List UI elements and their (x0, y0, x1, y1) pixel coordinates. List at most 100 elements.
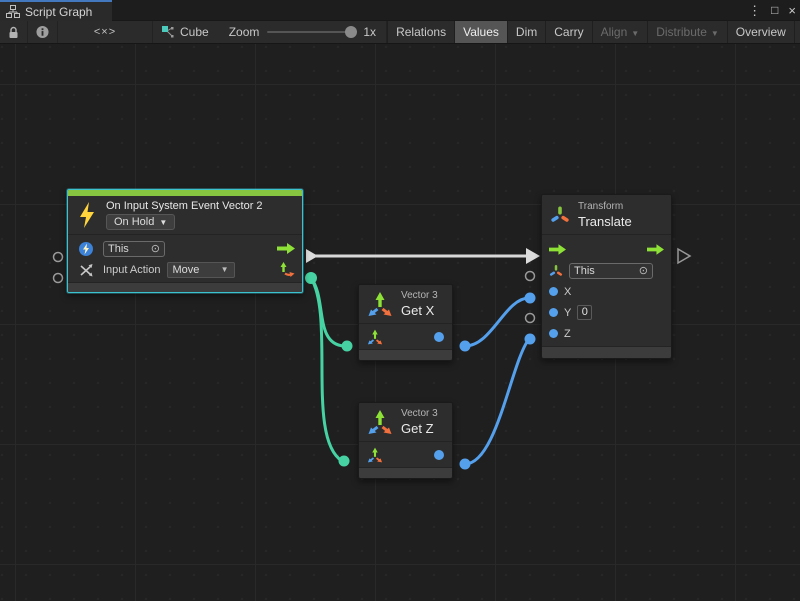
zoom-slider[interactable] (267, 31, 355, 33)
float-port-icon[interactable] (549, 308, 558, 317)
translate-node-header: Transform Translate (542, 195, 671, 234)
port-getz-input[interactable] (339, 456, 350, 467)
translate-this-value: This (574, 265, 595, 277)
values-button[interactable]: Values (454, 21, 507, 43)
translate-x-row: X (542, 281, 671, 302)
fullscreen-button[interactable]: Full Screen (794, 21, 800, 43)
tab-title: Script Graph (25, 5, 92, 19)
lock-button[interactable] (0, 21, 28, 43)
translate-flow-row (542, 239, 671, 260)
wire-getx-to-x[interactable] (465, 298, 529, 346)
event-node-title: On Input System Event Vector 2 (106, 200, 263, 212)
translate-node-footer (542, 346, 671, 358)
target-picker-icon[interactable]: ⊙ (151, 242, 160, 255)
info-icon (36, 25, 49, 39)
flow-wire-end-arrow[interactable] (526, 248, 540, 264)
carry-button[interactable]: Carry (545, 21, 591, 43)
translate-this-field[interactable]: This ⊙ (569, 263, 653, 279)
event-node-header: On Input System Event Vector 2 On Hold ▼ (68, 196, 302, 234)
wire-getz-to-z[interactable] (465, 339, 529, 464)
z-port-label: Z (564, 328, 571, 340)
carry-label: Carry (554, 25, 583, 39)
caret-down-icon: ▼ (711, 29, 719, 38)
relations-button[interactable]: Relations (387, 21, 454, 43)
transform-icon (550, 205, 570, 225)
dim-button[interactable]: Dim (507, 21, 545, 43)
zoom-slider-handle[interactable] (345, 26, 357, 38)
event-this-field[interactable]: This ⊙ (103, 241, 165, 257)
zoom-control: Zoom 1x (219, 21, 387, 43)
tab-script-graph[interactable]: Script Graph (0, 0, 112, 21)
maximize-icon[interactable]: □ (771, 0, 778, 21)
port-getx-output[interactable] (460, 341, 471, 352)
node-transform-translate[interactable]: Transform Translate (541, 194, 672, 359)
event-node-footer (68, 282, 302, 292)
edit-source-button[interactable]: <×> (58, 21, 153, 43)
node-vector3-get-x[interactable]: Vector 3 Get X (358, 284, 453, 361)
vector3-icon (367, 291, 393, 317)
graph-reference[interactable]: Cube (153, 21, 219, 43)
close-icon[interactable]: × (788, 0, 796, 21)
getx-node-title: Get X (401, 303, 438, 318)
input-system-icon (78, 241, 94, 257)
target-picker-icon[interactable]: ⊙ (639, 264, 648, 277)
align-label: Align (601, 25, 628, 39)
node-on-input-system-event[interactable]: On Input System Event Vector 2 On Hold ▼ (67, 189, 303, 293)
port-vector2-output[interactable] (305, 272, 317, 284)
caret-down-icon: ▼ (159, 218, 167, 227)
distribute-button: Distribute ▼ (647, 21, 727, 43)
menu-icon[interactable]: ⋮ (748, 0, 761, 21)
port-translate-y-input[interactable] (526, 314, 535, 323)
getz-node-title: Get Z (401, 421, 438, 436)
zoom-value: 1x (363, 25, 376, 39)
getz-node-header: Vector 3 Get Z (359, 403, 452, 441)
overview-button[interactable]: Overview (727, 21, 794, 43)
relations-label: Relations (396, 25, 446, 39)
getx-node-footer (359, 349, 452, 360)
port-translate-flow-output[interactable] (678, 249, 690, 263)
port-translate-x-input[interactable] (525, 293, 536, 304)
flow-input-arrow-icon[interactable] (549, 244, 566, 255)
port-translate-this-input[interactable] (526, 272, 535, 281)
getz-node-group: Vector 3 (401, 408, 438, 419)
event-this-value: This (108, 243, 129, 255)
node-vector3-get-z[interactable]: Vector 3 Get Z (358, 402, 453, 479)
zoom-label: Zoom (229, 25, 260, 39)
caret-down-icon: ▼ (221, 265, 229, 274)
getz-node-body (359, 441, 452, 467)
vector3-port-icon[interactable] (367, 447, 383, 463)
inspect-button[interactable] (28, 21, 58, 43)
flow-output-arrow-icon[interactable] (647, 244, 664, 255)
y-port-label: Y (564, 307, 571, 319)
graph-canvas[interactable]: On Input System Event Vector 2 On Hold ▼ (0, 44, 800, 601)
port-getx-input[interactable] (342, 341, 353, 352)
event-action-row: Input Action Move ▼ (68, 259, 302, 280)
tab-bar: Script Graph ⋮ □ × (0, 0, 800, 21)
port-translate-z-input[interactable] (525, 334, 536, 345)
event-node-body: This ⊙ (68, 234, 302, 282)
wire-vector2-to-getz[interactable] (311, 278, 342, 461)
float-output-port-icon[interactable] (434, 332, 444, 342)
vector3-port-icon[interactable] (367, 329, 383, 345)
flow-output-arrow-icon[interactable] (277, 243, 295, 254)
lock-icon (8, 26, 19, 39)
port-getz-output[interactable] (460, 459, 471, 470)
x-port-label: X (564, 286, 571, 298)
getz-node-footer (359, 467, 452, 478)
getx-node-header: Vector 3 Get X (359, 285, 452, 323)
window-controls: ⋮ □ × (748, 0, 796, 21)
event-mode-dropdown[interactable]: On Hold ▼ (106, 214, 175, 230)
graph-icon (161, 25, 175, 39)
port-event-this-input[interactable] (54, 253, 63, 262)
hierarchy-icon (6, 5, 20, 18)
float-output-port-icon[interactable] (434, 450, 444, 460)
y-value-field[interactable]: 0 (577, 305, 592, 320)
getx-node-group: Vector 3 (401, 290, 438, 301)
input-action-dropdown[interactable]: Move ▼ (167, 262, 235, 278)
event-this-row: This ⊙ (68, 238, 302, 259)
float-port-icon[interactable] (549, 329, 558, 338)
port-event-action-input[interactable] (54, 274, 63, 283)
float-port-icon[interactable] (549, 287, 558, 296)
vector2-port-icon[interactable] (279, 262, 295, 278)
translate-node-body: This ⊙ X Y 0 Z (542, 234, 671, 346)
